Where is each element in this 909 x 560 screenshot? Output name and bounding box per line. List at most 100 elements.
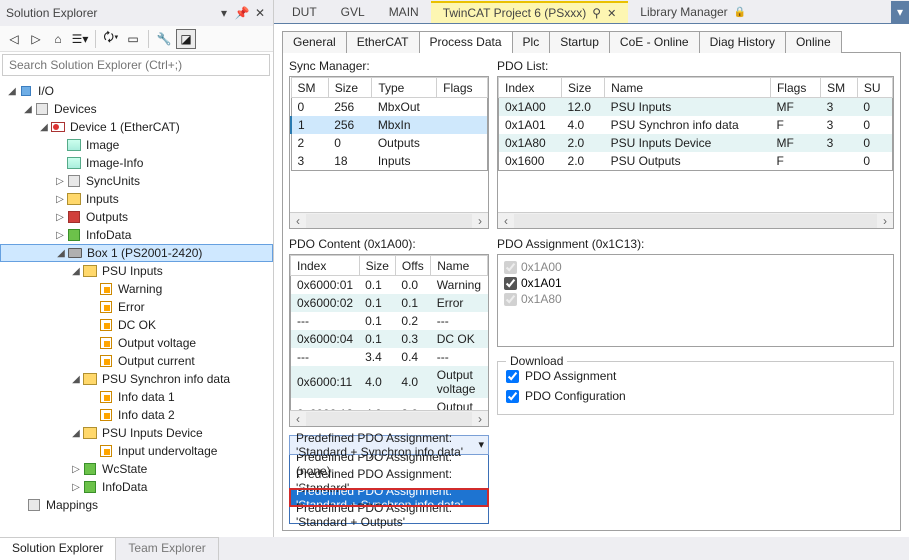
tree-warning[interactable]: Warning [116,282,162,296]
twisty-icon[interactable]: ◢ [70,374,82,385]
scrollbar[interactable]: ‹› [290,212,488,228]
show-all-icon[interactable]: ◪ [176,29,196,49]
subtab-diag[interactable]: Diag History [699,31,786,53]
tree-image[interactable]: Image [84,138,119,152]
fwd-icon[interactable]: ▷ [26,29,46,49]
tree-psu-sync[interactable]: PSU Synchron info data [100,372,230,386]
tree-outputs[interactable]: Outputs [84,210,128,224]
sync-manager-table[interactable]: SMSizeTypeFlags 0256MbxOut 1256MbxIn 20O… [290,77,488,171]
twisty-icon[interactable]: ▷ [54,212,66,223]
tree-device1[interactable]: Device 1 (EtherCAT) [68,120,180,134]
close-icon[interactable]: ✕ [253,6,267,20]
tree-syncunits[interactable]: SyncUnits [84,174,140,188]
explorer-toolbar: ◁ ▷ ⌂ ☰▾ 🗘▾ ▭ 🔧 ◪ [0,26,273,52]
bottom-tab-team[interactable]: Team Explorer [116,537,218,560]
device-icon [51,122,65,132]
tree-infodata2[interactable]: InfoData [100,480,147,494]
tree-mappings[interactable]: Mappings [44,498,98,512]
tree-image-info[interactable]: Image-Info [84,156,143,170]
tree-info1[interactable]: Info data 1 [116,390,175,404]
twisty-icon[interactable]: ◢ [38,122,50,133]
folder-icon [83,373,97,385]
twisty-icon[interactable]: ◢ [70,266,82,277]
subtab-ethercat[interactable]: EtherCAT [346,31,420,53]
pdo-assignment-panel: PDO Assignment (0x1C13): 0x1A00 0x1A01 0… [497,237,894,347]
tree-error[interactable]: Error [116,300,145,314]
tree-box1[interactable]: Box 1 (PS2001-2420) [85,246,202,260]
tab-project[interactable]: TwinCAT Project 6 (PSxxx)⚲✕ [431,1,629,23]
tab-gvl[interactable]: GVL [329,1,377,23]
dd-option-std-out[interactable]: Predefined PDO Assignment: 'Standard + O… [290,506,488,523]
twisty-icon[interactable]: ▷ [70,464,82,475]
pin-icon[interactable]: ▾ [217,6,231,20]
tree-uv[interactable]: Input undervoltage [116,444,217,458]
bottom-tab-solution[interactable]: Solution Explorer [0,537,116,560]
pdo-assignment-label: PDO Assignment (0x1C13): [497,237,894,251]
tab-dut[interactable]: DUT [280,1,329,23]
variable-icon [100,409,112,421]
pin-icon[interactable]: ⚲ [592,6,601,20]
twisty-icon[interactable]: ◢ [6,86,18,97]
tree-psu-idev[interactable]: PSU Inputs Device [100,426,203,440]
scrollbar[interactable]: ‹› [498,212,893,228]
tabs-dropdown-icon[interactable]: ▾ [891,1,909,23]
image-icon [67,157,81,169]
download-pdo-assign-label: PDO Assignment [525,369,616,383]
tree-devices[interactable]: Devices [52,102,97,116]
solution-explorer-pane: Solution Explorer ▾ 📌 ✕ ◁ ▷ ⌂ ☰▾ 🗘▾ ▭ 🔧 … [0,0,274,537]
twisty-icon[interactable]: ▷ [54,230,66,241]
predefined-pdo-dropdown[interactable]: Predefined PDO Assignment: 'Standard + S… [289,435,489,455]
tab-main[interactable]: MAIN [377,1,431,23]
tree-infodata[interactable]: InfoData [84,228,131,242]
autohide-icon[interactable]: 📌 [235,6,249,20]
scrollbar[interactable]: ‹› [290,410,488,426]
twisty-icon[interactable]: ▷ [54,194,66,205]
close-icon[interactable]: ✕ [607,7,616,20]
back-icon[interactable]: ◁ [4,29,24,49]
pdo-assign-item: 0x1A01 [521,276,562,290]
tree-outc[interactable]: Output current [116,354,195,368]
tree-wcstate[interactable]: WcState [100,462,147,476]
twisty-icon[interactable]: ◢ [22,104,34,115]
pdo-assign-item: 0x1A80 [521,292,562,306]
subtab-process-data[interactable]: Process Data [419,31,513,53]
tree-psu-inputs[interactable]: PSU Inputs [100,264,163,278]
download-pdo-assign-check[interactable] [506,370,519,383]
bottom-tab-bar: Solution Explorer Team Explorer [0,537,909,560]
tree-info2[interactable]: Info data 2 [116,408,175,422]
folder-icon [68,211,80,223]
refresh-icon[interactable]: 🗘▾ [101,29,121,49]
sync-icon[interactable]: ☰▾ [70,29,90,49]
search-input[interactable] [2,54,270,76]
properties-icon[interactable]: 🔧 [154,29,174,49]
pdo-list-table[interactable]: IndexSizeNameFlagsSMSU 0x1A0012.0PSU Inp… [498,77,893,171]
twisty-icon[interactable]: ◢ [70,428,82,439]
table-row: 20Outputs [291,134,488,152]
tree-io[interactable]: I/O [36,84,54,98]
tree-inputs[interactable]: Inputs [84,192,119,206]
subtab-online[interactable]: Online [785,31,842,53]
twisty-icon[interactable]: ▷ [70,482,82,493]
pdo-assign-check[interactable] [504,277,517,290]
variable-icon [100,337,112,349]
subtab-general[interactable]: General [282,31,347,53]
pane-header: Solution Explorer ▾ 📌 ✕ [0,0,273,26]
twisty-icon[interactable]: ▷ [54,176,66,187]
folder-icon [36,103,48,115]
tab-libmgr[interactable]: Library Manager 🔒 [628,1,758,23]
folder-icon [67,193,81,205]
download-pdo-config-check[interactable] [506,390,519,403]
subtab-startup[interactable]: Startup [549,31,610,53]
home-icon[interactable]: ⌂ [48,29,68,49]
pdo-content-table[interactable]: IndexSizeOffsNameTypeDefa 0x6000:010.10.… [290,255,488,410]
table-row: 318Inputs [291,152,488,171]
tree-outv[interactable]: Output voltage [116,336,196,350]
solution-tree[interactable]: ◢I/O ◢Devices ◢Device 1 (EtherCAT) Image… [0,78,273,537]
tree-dcok[interactable]: DC OK [116,318,156,332]
table-row: 0x1A014.0PSU Synchron info dataF30 [499,116,893,134]
subtab-plc[interactable]: Plc [512,31,551,53]
table-row: 0x6000:040.10.3DC OKBIT [291,330,489,348]
collapse-icon[interactable]: ▭ [123,29,143,49]
subtab-coe[interactable]: CoE - Online [609,31,700,53]
twisty-icon[interactable]: ◢ [55,248,67,259]
